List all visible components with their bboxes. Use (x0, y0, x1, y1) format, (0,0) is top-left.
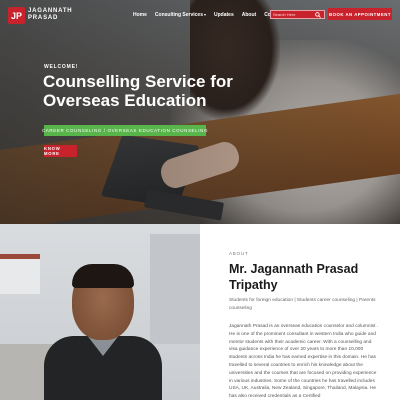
nav-about[interactable]: About (242, 12, 256, 18)
nav-updates[interactable]: Updates (214, 12, 234, 18)
about-body: Jagannath Prasad is an overseas educatio… (229, 324, 379, 400)
know-more-button[interactable]: KNOW MORE (44, 145, 77, 157)
nav-consulting-services-label: Consulting Services (154, 12, 203, 18)
photo-hair (72, 264, 134, 288)
photo-window (0, 254, 40, 294)
logo-line-1: JAGANNATH (28, 8, 73, 14)
hero-tagline: CAREER COUNSELING / OVERSEAS EDUCATION C… (42, 125, 207, 136)
hero-section: JP JAGANNATH PRASAD Home Consulting Serv… (0, 0, 400, 224)
search-icon (315, 11, 321, 18)
about-name: Mr. Jagannath Prasad Tripathy (229, 262, 359, 292)
hero-title: Counselling Service for Overseas Educati… (43, 72, 233, 110)
about-label: ABOUT (229, 251, 249, 256)
search-button[interactable] (313, 10, 323, 19)
chevron-down-icon: ▾ (203, 12, 206, 17)
photo-wall (150, 234, 200, 344)
hero-overlay (0, 0, 400, 224)
logo-line-2: PRASAD (28, 15, 59, 21)
book-appointment-button[interactable]: BOOK AN APPOINTMENT (328, 8, 392, 20)
hero-welcome: WELCOME! (44, 64, 79, 70)
logo-mark[interactable]: JP (8, 7, 25, 24)
about-subtitle: Students for foreign education | Student… (229, 298, 376, 311)
profile-photo (0, 224, 200, 400)
logo-text[interactable]: JAGANNATH PRASAD (28, 8, 72, 22)
top-navigation: JP JAGANNATH PRASAD Home Consulting Serv… (0, 0, 400, 30)
nav-home[interactable]: Home (133, 12, 147, 18)
main-menu: Home Consulting Services▾ Updates About … (133, 12, 283, 18)
nav-consulting-services[interactable]: Consulting Services▾ (155, 12, 206, 18)
